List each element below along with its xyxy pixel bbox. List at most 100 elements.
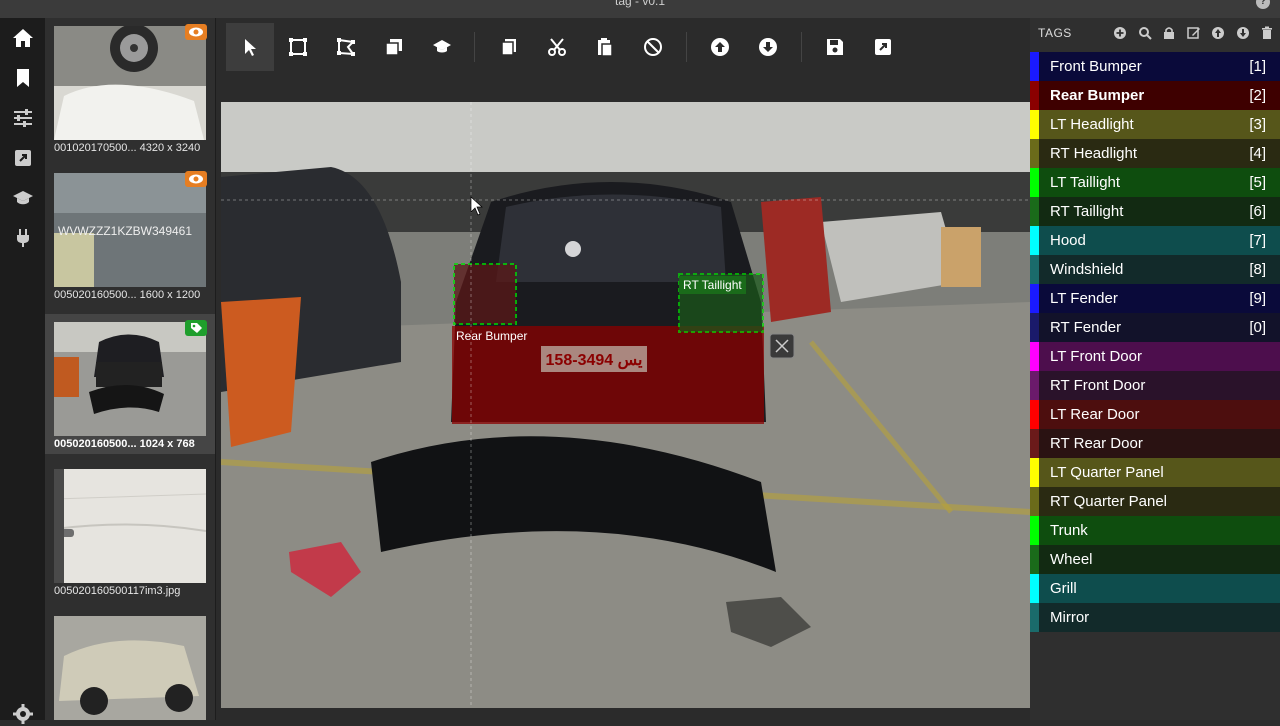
editor-toolbar <box>221 18 1030 74</box>
thumbnail-item-active[interactable]: 005020160500... 1024 x 768 <box>45 314 215 454</box>
move-down-icon[interactable] <box>1236 26 1250 40</box>
next-image-icon[interactable] <box>744 23 792 71</box>
graduation-cap-icon[interactable] <box>11 186 35 210</box>
tag-item[interactable]: LT Front Door <box>1030 342 1280 371</box>
tag-color-swatch[interactable] <box>1030 255 1039 284</box>
copy-rectangle-icon[interactable] <box>370 23 418 71</box>
sliders-icon[interactable] <box>11 106 35 130</box>
tag-hotkey: [8] <box>1249 261 1266 278</box>
tag-color-swatch[interactable] <box>1030 52 1039 81</box>
search-icon[interactable] <box>1138 26 1152 40</box>
paste-icon[interactable] <box>581 23 629 71</box>
plug-icon[interactable] <box>11 226 35 250</box>
tag-item[interactable]: RT Quarter Panel <box>1030 487 1280 516</box>
tag-name: LT Taillight <box>1050 174 1121 191</box>
tag-color-swatch[interactable] <box>1030 545 1039 574</box>
tag-hotkey: [3] <box>1249 116 1266 133</box>
thumbnail-image <box>54 469 206 583</box>
lt-taillight-region[interactable] <box>453 263 517 325</box>
toolbar-divider <box>474 32 475 62</box>
tag-name: RT Taillight <box>1050 203 1124 220</box>
save-icon[interactable] <box>811 23 859 71</box>
tag-name: RT Rear Door <box>1050 435 1143 452</box>
tag-item[interactable]: Windshield [8] <box>1030 255 1280 284</box>
tag-hotkey: [4] <box>1249 145 1266 162</box>
active-learning-icon[interactable] <box>418 23 466 71</box>
polygon-select-icon[interactable] <box>322 23 370 71</box>
tag-color-swatch[interactable] <box>1030 168 1039 197</box>
tag-color-swatch[interactable] <box>1030 313 1039 342</box>
tag-hotkey: [1] <box>1249 58 1266 75</box>
tag-name: RT Quarter Panel <box>1050 493 1168 510</box>
tag-hotkey: [2] <box>1249 87 1266 104</box>
tag-hotkey: [5] <box>1249 174 1266 191</box>
tag-color-swatch[interactable] <box>1030 603 1039 632</box>
tag-color-swatch[interactable] <box>1030 429 1039 458</box>
tag-item[interactable]: Front Bumper [1] <box>1030 52 1280 81</box>
tags-panel: TAGS Front Bumper [1] Rear Bumper [2] LT Hea… <box>1030 18 1280 720</box>
delete-icon[interactable] <box>1260 26 1274 40</box>
edit-icon[interactable] <box>1186 26 1201 40</box>
rear-bumper-region-label: Rear Bumper <box>456 329 528 343</box>
bookmark-icon[interactable] <box>11 66 35 90</box>
clear-icon[interactable] <box>629 23 677 71</box>
tag-color-swatch[interactable] <box>1030 371 1039 400</box>
thumbnail-item[interactable]: 001020170500... 4320 x 3240 <box>45 18 215 158</box>
tag-item[interactable]: Wheel <box>1030 545 1280 574</box>
tags-title: TAGS <box>1038 26 1072 40</box>
tag-color-swatch[interactable] <box>1030 516 1039 545</box>
tag-color-swatch[interactable] <box>1030 226 1039 255</box>
tag-item[interactable]: RT Rear Door <box>1030 429 1280 458</box>
tag-item[interactable]: Rear Bumper [2] <box>1030 81 1280 110</box>
tag-hotkey: [0] <box>1249 319 1266 336</box>
thumbnail-item[interactable]: WVWZZZ1KZBW349461 005020160500... 1600 x… <box>45 165 215 305</box>
tag-list: Front Bumper [1] Rear Bumper [2] LT Headligh… <box>1030 52 1280 632</box>
tag-color-swatch[interactable] <box>1030 458 1039 487</box>
tag-item[interactable]: RT Headlight [4] <box>1030 139 1280 168</box>
gear-icon[interactable] <box>11 702 35 726</box>
tag-color-swatch[interactable] <box>1030 110 1039 139</box>
left-navigation <box>0 18 45 724</box>
export-project-icon[interactable] <box>859 23 907 71</box>
tag-color-swatch[interactable] <box>1030 574 1039 603</box>
tag-item[interactable]: RT Taillight [6] <box>1030 197 1280 226</box>
image-list: 001020170500... 4320 x 3240 WVWZZZ1KZBW3… <box>45 18 216 720</box>
thumbnail-item[interactable]: 005020160500117im3.jpg <box>45 461 215 601</box>
tag-item[interactable]: RT Front Door <box>1030 371 1280 400</box>
tag-color-swatch[interactable] <box>1030 81 1039 110</box>
cut-icon[interactable] <box>533 23 581 71</box>
tag-color-swatch[interactable] <box>1030 487 1039 516</box>
image-canvas[interactable]: 158-يس 3494 Rear Bumper RT Taillight <box>221 102 1030 708</box>
tag-item[interactable]: RT Fender [0] <box>1030 313 1280 342</box>
tag-item[interactable]: LT Headlight [3] <box>1030 110 1280 139</box>
tag-color-swatch[interactable] <box>1030 284 1039 313</box>
tag-color-swatch[interactable] <box>1030 197 1039 226</box>
tag-item[interactable]: Hood [7] <box>1030 226 1280 255</box>
tag-item[interactable]: Grill <box>1030 574 1280 603</box>
tags-toolbar <box>1107 26 1274 40</box>
tag-color-swatch[interactable] <box>1030 139 1039 168</box>
tag-item[interactable]: LT Rear Door <box>1030 400 1280 429</box>
tag-item[interactable]: LT Taillight [5] <box>1030 168 1280 197</box>
previous-image-icon[interactable] <box>696 23 744 71</box>
copy-icon[interactable] <box>485 23 533 71</box>
pointer-icon[interactable] <box>226 23 274 71</box>
thumbnail-item[interactable] <box>45 608 215 720</box>
tag-color-swatch[interactable] <box>1030 342 1039 371</box>
tag-item[interactable]: LT Fender [9] <box>1030 284 1280 313</box>
lock-icon[interactable] <box>1162 26 1176 40</box>
toolbar-divider <box>686 32 687 62</box>
move-up-icon[interactable] <box>1211 26 1225 40</box>
eye-icon <box>185 24 207 40</box>
export-icon[interactable] <box>11 146 35 170</box>
tag-hotkey: [6] <box>1249 203 1266 220</box>
tag-icon <box>185 320 207 336</box>
tag-item[interactable]: Mirror <box>1030 603 1280 632</box>
tag-name: Wheel <box>1050 551 1093 568</box>
rectangle-select-icon[interactable] <box>274 23 322 71</box>
home-icon[interactable] <box>11 26 35 50</box>
add-icon[interactable] <box>1113 26 1127 40</box>
tag-item[interactable]: Trunk <box>1030 516 1280 545</box>
tag-color-swatch[interactable] <box>1030 400 1039 429</box>
tag-item[interactable]: LT Quarter Panel <box>1030 458 1280 487</box>
